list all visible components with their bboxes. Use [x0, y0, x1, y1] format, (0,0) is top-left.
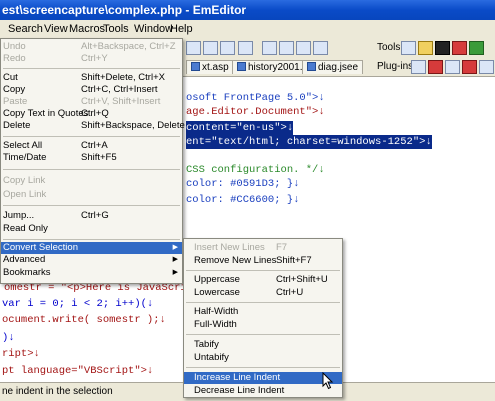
menu-item-tabify[interactable]: Tabify: [184, 339, 342, 351]
menu-bar: Search View Macros Tools Window Help: [0, 20, 495, 39]
menu-item-copy-text-in-quotes[interactable]: Copy Text in Quotes Ctrl+Q: [1, 108, 182, 120]
menu-separator: [3, 205, 180, 206]
convert-selection-submenu: Insert New Lines F7 Remove New Lines Shift…: [183, 238, 343, 398]
code-line: pt language="VBScript">↓: [2, 365, 154, 377]
menu-item-read-only[interactable]: Read Only: [1, 223, 182, 235]
tab-diag[interactable]: diag.jsee: [302, 60, 364, 74]
code-line: age.Editor.Document">↓: [186, 106, 325, 118]
menu-separator: [3, 136, 180, 137]
menu-item-advanced[interactable]: Advanced ▶: [1, 254, 182, 266]
menu-item-full-width[interactable]: Full-Width: [184, 319, 342, 331]
menu-view[interactable]: View: [44, 23, 68, 35]
menu-separator: [3, 239, 180, 240]
code-line: CSS configuration. */↓: [186, 164, 325, 176]
code-line-selected: content="en-us">↓: [186, 121, 294, 135]
menu-separator: [3, 169, 180, 170]
menu-item-remove-new-lines[interactable]: Remove New Lines Shift+F7: [184, 255, 342, 267]
menu-search[interactable]: Search: [8, 23, 43, 35]
cascade-icon[interactable]: [313, 41, 328, 55]
menu-item-select-all[interactable]: Select All Ctrl+A: [1, 140, 182, 152]
plugin-1-icon[interactable]: [411, 60, 426, 74]
menu-item-copy-link[interactable]: Copy Link: [1, 175, 182, 187]
plugins-label: Plug-ins: [377, 61, 414, 72]
tile-icon[interactable]: [296, 41, 311, 55]
menu-separator: [186, 270, 340, 271]
menu-separator: [186, 302, 340, 303]
edit-menu: Undo Alt+Backspace, Ctrl+Z Redo Ctrl+Y Cut…: [0, 38, 185, 284]
code-line: color: #0591D3; }↓: [186, 178, 300, 190]
menu-item-delete[interactable]: Delete Shift+Backspace, Delete: [1, 120, 185, 132]
menu-item-time-date[interactable]: Time/Date Shift+F5: [1, 152, 182, 164]
plugin-5-icon[interactable]: [479, 60, 494, 74]
menu-item-untabify[interactable]: Untabify: [184, 352, 342, 364]
document-icon: [307, 62, 316, 71]
plugin-2-icon[interactable]: [428, 60, 443, 74]
submenu-arrow-icon: ▶: [172, 256, 178, 263]
tool-folder-icon[interactable]: [418, 41, 433, 55]
menu-item-open-link[interactable]: Open Link: [1, 189, 182, 201]
menu-item-copy[interactable]: Copy Ctrl+C, Ctrl+Insert: [1, 84, 182, 96]
menu-item-increase-line-indent[interactable]: Increase Line Indent: [184, 372, 342, 384]
menu-item-undo[interactable]: Undo Alt+Backspace, Ctrl+Z: [1, 41, 182, 53]
code-line-selected: ent="text/html; charset=windows-1252">↓: [186, 135, 432, 149]
find-next-icon[interactable]: [203, 41, 218, 55]
menu-item-lowercase[interactable]: Lowercase Ctrl+U: [184, 287, 342, 299]
tab-xt-asp[interactable]: xt.asp: [186, 60, 234, 74]
submenu-arrow-icon: ▶: [172, 244, 178, 251]
menu-item-insert-new-lines[interactable]: Insert New Lines F7: [184, 242, 342, 254]
code-line: )↓: [2, 332, 15, 344]
menu-item-bookmarks[interactable]: Bookmarks ▶: [1, 267, 182, 279]
menu-help[interactable]: Help: [170, 23, 193, 35]
menu-item-uppercase[interactable]: Uppercase Ctrl+Shift+U: [184, 274, 342, 286]
tool-settings-icon[interactable]: [401, 41, 416, 55]
document-icon: [237, 62, 246, 71]
menu-macros[interactable]: Macros: [69, 23, 105, 35]
status-text: ne indent in the selection: [2, 386, 113, 397]
tool-console-icon[interactable]: [435, 41, 450, 55]
submenu-arrow-icon: ▶: [172, 269, 178, 276]
code-line: ript>↓: [2, 348, 40, 360]
mouse-pointer-icon: [322, 372, 334, 390]
replace-icon[interactable]: [220, 41, 235, 55]
menu-item-convert-selection[interactable]: Convert Selection ▶: [1, 242, 182, 254]
menu-item-redo[interactable]: Redo Ctrl+Y: [1, 53, 182, 65]
tools-label: Tools: [377, 42, 401, 53]
split-icon[interactable]: [279, 41, 294, 55]
title-bar: est\screencapture\complex.php - EmEditor: [0, 0, 495, 20]
plugin-3-icon[interactable]: [445, 60, 460, 74]
marker-icon[interactable]: [238, 41, 253, 55]
menu-window[interactable]: Window: [134, 23, 173, 35]
document-icon: [191, 62, 200, 71]
tool-run-icon[interactable]: [469, 41, 484, 55]
menu-item-cut[interactable]: Cut Shift+Delete, Ctrl+X: [1, 72, 182, 84]
plugin-4-icon[interactable]: [462, 60, 477, 74]
menu-item-half-width[interactable]: Half-Width: [184, 306, 342, 318]
menu-separator: [186, 334, 340, 335]
menu-separator: [3, 68, 180, 69]
menu-item-decrease-line-indent[interactable]: Decrease Line Indent: [184, 385, 342, 397]
code-line: osoft FrontPage 5.0">↓: [186, 92, 325, 104]
tool-web-icon[interactable]: [452, 41, 467, 55]
window-icon[interactable]: [262, 41, 277, 55]
code-line: color: #CC6600; }↓: [186, 194, 300, 206]
window-title: est\screencapture\complex.php - EmEditor: [2, 3, 247, 17]
code-line: ocument.write( somestr );↓: [2, 314, 166, 326]
find-icon[interactable]: [186, 41, 201, 55]
code-line: var i = 0; i < 2; i++)(↓: [2, 298, 154, 310]
menu-item-jump[interactable]: Jump... Ctrl+G: [1, 210, 182, 222]
menu-tools[interactable]: Tools: [103, 23, 129, 35]
menu-item-paste[interactable]: Paste Ctrl+V, Shift+Insert: [1, 96, 182, 108]
menu-separator: [186, 367, 340, 368]
